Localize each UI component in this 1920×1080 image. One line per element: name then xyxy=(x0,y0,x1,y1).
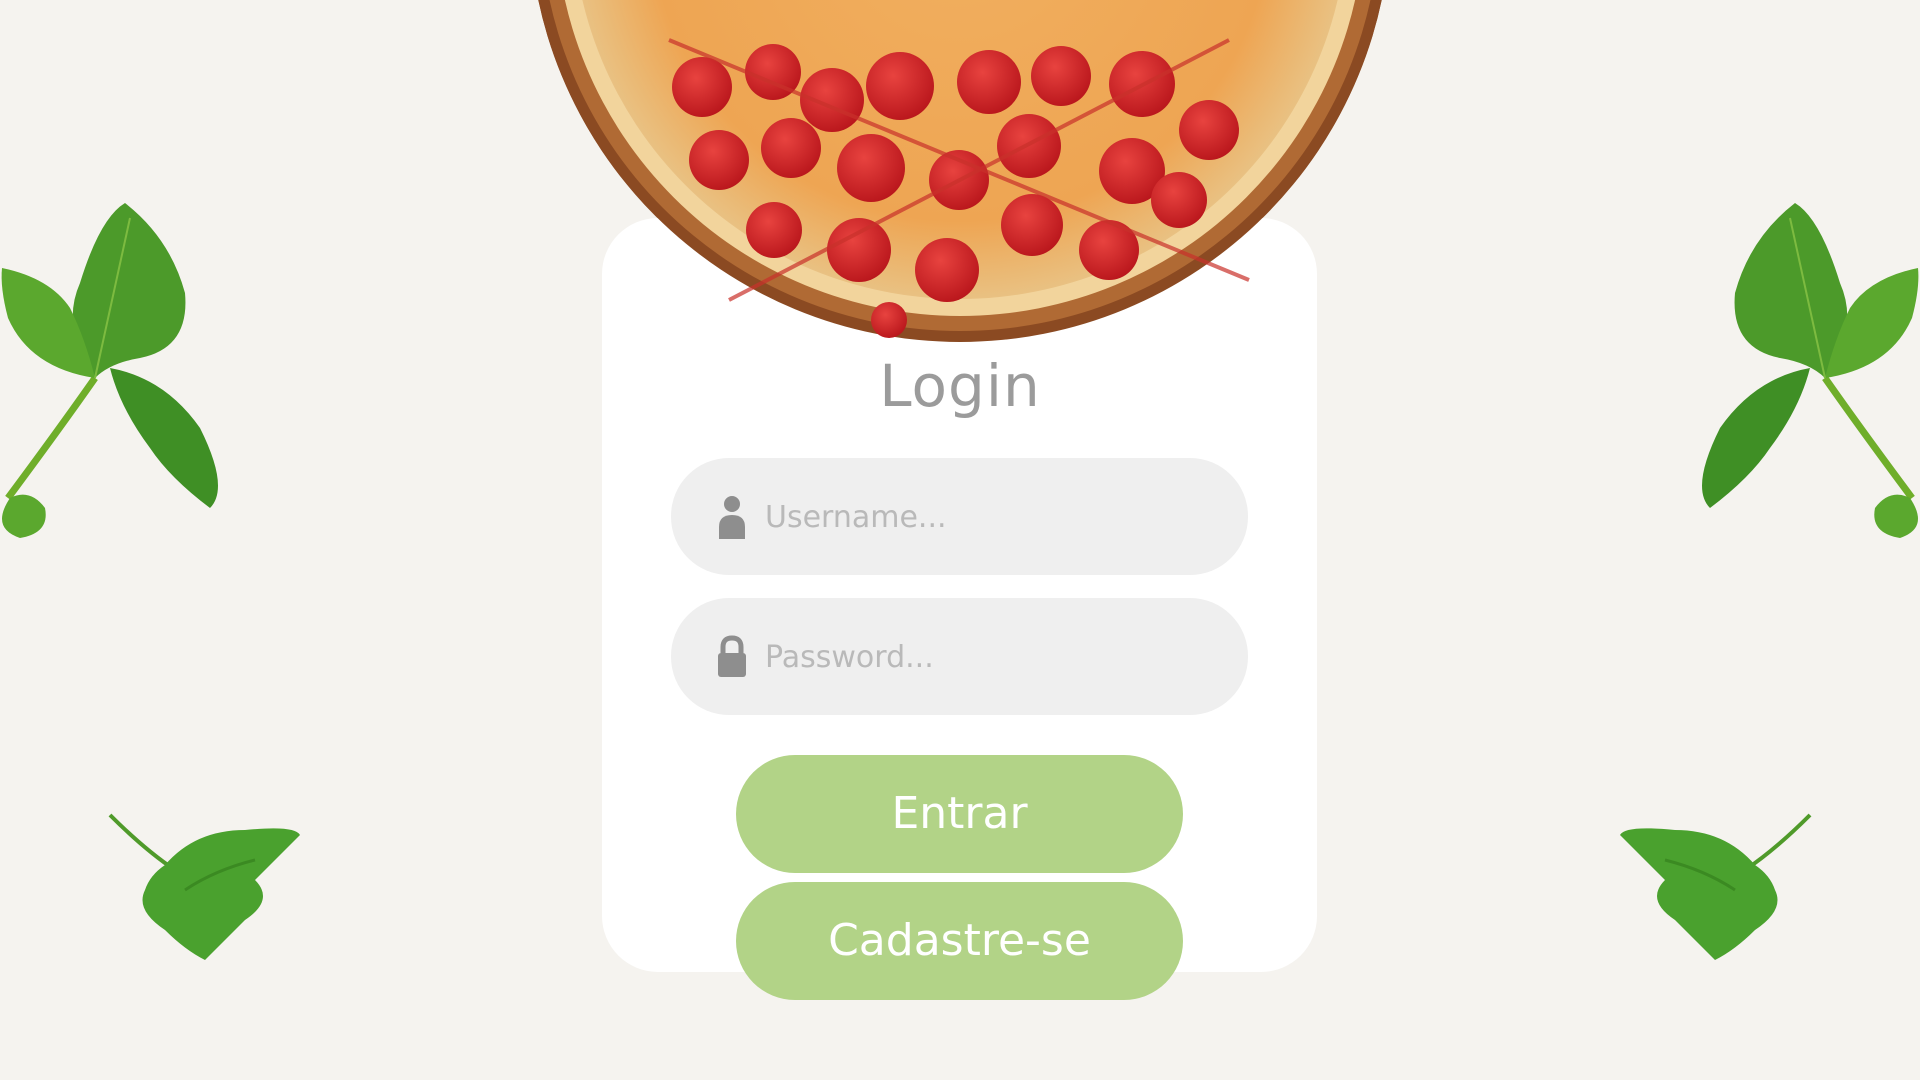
lock-icon xyxy=(718,635,746,677)
login-button[interactable]: Entrar xyxy=(736,755,1183,873)
parsley-right xyxy=(1620,813,1812,960)
pizza-overlay xyxy=(538,0,1382,342)
parsley-left xyxy=(108,813,300,960)
password-field[interactable] xyxy=(671,598,1248,717)
login-title: Login xyxy=(879,352,1041,420)
password-input[interactable] xyxy=(763,598,1227,717)
username-input[interactable] xyxy=(763,458,1227,577)
user-icon xyxy=(719,496,745,539)
signup-button[interactable]: Cadastre-se xyxy=(736,882,1183,1000)
username-field[interactable] xyxy=(671,458,1248,577)
